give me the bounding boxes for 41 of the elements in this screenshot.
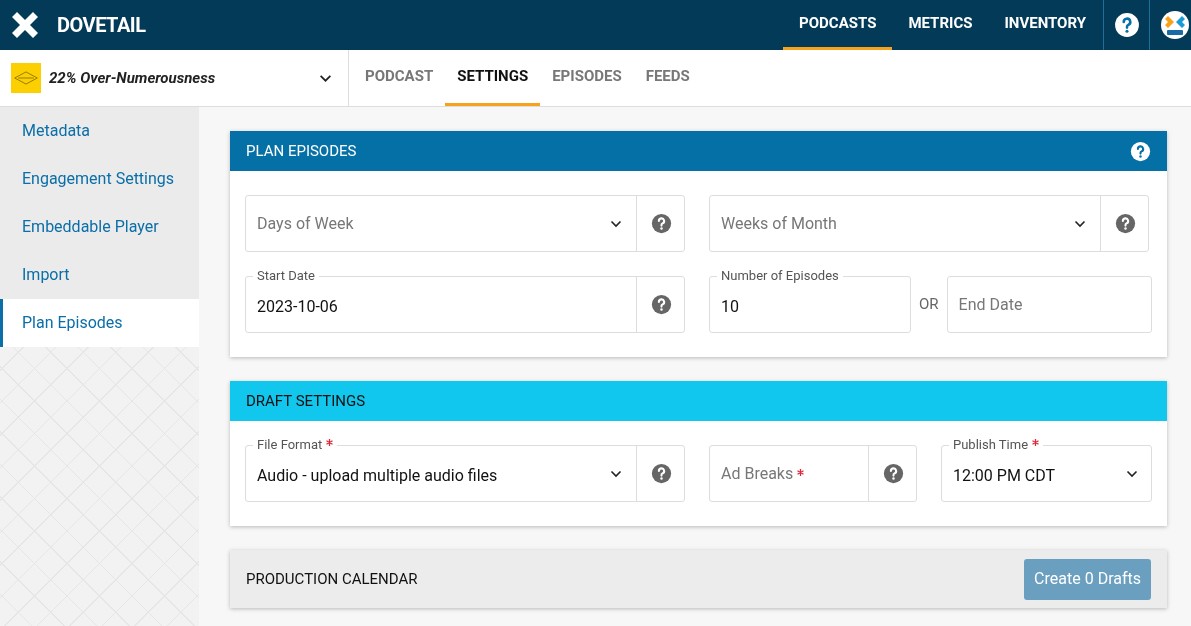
field-value: 12:00 PM CDT: [953, 464, 1057, 487]
help-icon[interactable]: [882, 463, 904, 484]
field-value: 2023-10-06: [257, 295, 339, 318]
chevron-icon: [1074, 219, 1086, 228]
sidebar-item[interactable]: Metadata: [0, 107, 199, 155]
tab[interactable]: FEEDS: [633, 50, 702, 106]
or-text: OR: [919, 294, 939, 316]
create-drafts-button[interactable]: Create 0 Drafts: [1024, 558, 1151, 600]
sidebar-item[interactable]: Embeddable Player: [0, 203, 199, 251]
chevron-icon: [1126, 469, 1138, 478]
help-icon[interactable]: [1130, 140, 1151, 162]
brand-name: DOVETAIL: [57, 12, 146, 39]
field-value: Audio - upload multiple audio files: [257, 464, 499, 487]
field-value: 10: [721, 295, 740, 318]
sidebar-item[interactable]: Engagement Settings: [0, 155, 199, 203]
help-icon[interactable]: [650, 294, 672, 315]
org-logo-icon[interactable]: [1160, 10, 1190, 40]
podcast-selector[interactable]: 22% Over-Numerousness: [0, 50, 349, 106]
help-icon[interactable]: [1114, 213, 1136, 234]
card-title: DRAFT SETTINGS: [246, 390, 366, 412]
field-placeholder: Days of Week: [257, 212, 355, 235]
field-placeholder: End Date: [958, 293, 1024, 316]
sidebar-item[interactable]: Plan Episodes: [0, 299, 199, 347]
chevron-icon: [610, 219, 622, 228]
podcast-title: 22% Over-Numerousness: [49, 67, 217, 89]
card-title: PRODUCTION CALENDAR: [246, 568, 418, 590]
tab[interactable]: EPISODES: [540, 50, 634, 106]
chevron-icon: [319, 73, 332, 83]
nav-tab[interactable]: METRICS: [892, 0, 989, 50]
chevron-icon: [610, 469, 622, 478]
help-icon[interactable]: [650, 463, 672, 484]
field-placeholder: Ad Breaks: [721, 461, 854, 486]
help-icon[interactable]: [650, 213, 672, 234]
card-title: PLAN EPISODES: [246, 140, 357, 162]
field-label: Number of Episodes: [717, 268, 843, 284]
nav-tab[interactable]: INVENTORY: [988, 0, 1102, 50]
sidebar-item[interactable]: Import: [0, 251, 199, 299]
help-icon[interactable]: [1113, 12, 1140, 38]
field-placeholder: Weeks of Month: [721, 212, 838, 235]
tab[interactable]: PODCAST: [353, 50, 446, 106]
podcast-artwork: [11, 63, 41, 93]
